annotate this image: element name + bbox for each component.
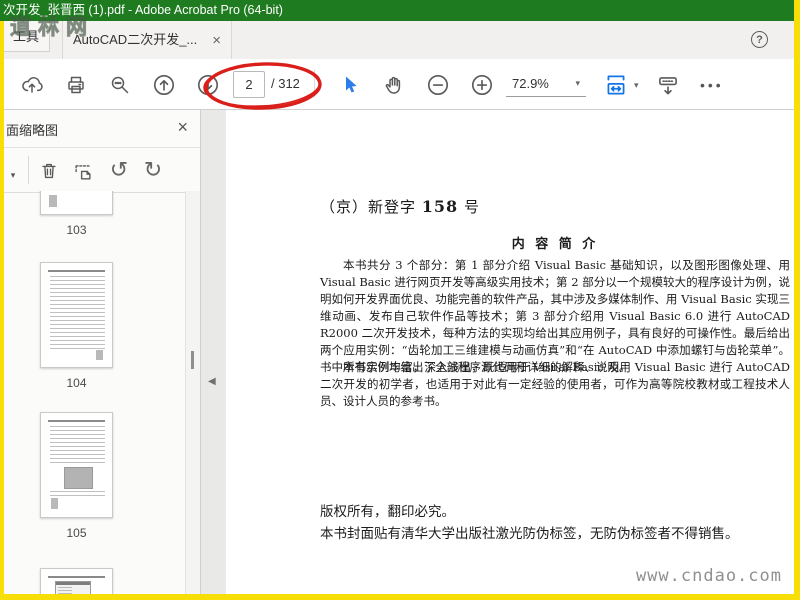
thumbnails-panel-header: 面缩略图 ×: [4, 110, 200, 148]
toolbar-separator: [314, 70, 315, 98]
zoom-level-control[interactable]: 72.9% ▾: [506, 70, 586, 97]
close-panel-icon[interactable]: ×: [177, 117, 188, 137]
thumbnail-page-105[interactable]: [40, 412, 113, 518]
plus-circle-icon: [469, 72, 495, 98]
printer-icon: [64, 73, 88, 97]
arrow-up-circle-icon: [151, 72, 177, 98]
summary-paragraph-2: 本书实例丰富，深入浅出，既适用于 Visual Basic 及用 Visual …: [320, 360, 790, 408]
arrow-down-circle-icon: [195, 72, 221, 98]
previous-page-button[interactable]: [150, 71, 178, 99]
close-tab-icon[interactable]: ×: [212, 33, 221, 48]
thumbnail-list: 103 104 105: [4, 191, 186, 594]
fit-width-button[interactable]: [602, 71, 630, 99]
thumbnail-page-104[interactable]: [40, 262, 113, 368]
chevron-down-icon: ▾: [575, 77, 580, 88]
zoom-level-value: 72.9%: [512, 75, 549, 91]
panel-scrollbar-thumb[interactable]: [191, 351, 194, 369]
content-summary-heading: 内 容 简 介: [511, 237, 599, 252]
main-toolbar: 2 / 312 72.9% ▾ ▾ •••: [0, 59, 794, 110]
rotate-clockwise-icon[interactable]: ↻: [140, 158, 166, 184]
rotate-counterclockwise-icon[interactable]: ↺: [106, 158, 132, 184]
fit-width-icon: [603, 72, 629, 98]
select-tool-button[interactable]: [336, 71, 364, 99]
page-number-input[interactable]: 2: [233, 71, 265, 98]
panel-toolbar-separator: [28, 156, 29, 184]
tab-document-label: AutoCAD二次开发_...: [73, 32, 198, 47]
thumbnail-page-103[interactable]: [40, 191, 113, 215]
next-page-button[interactable]: [194, 71, 222, 99]
thumbnail-label-105: 105: [66, 526, 87, 540]
hand-tool-button[interactable]: [380, 71, 408, 99]
frame-edge-bottom: [0, 594, 800, 600]
search-icon: [108, 73, 132, 97]
fit-width-chevron-icon[interactable]: ▾: [634, 80, 639, 91]
trash-icon: [42, 163, 56, 179]
thumbnail-label-103: 103: [66, 223, 87, 237]
acrobat-window: 次开发_张晋西 (1).pdf - Adobe Acrobat Pro (64-…: [0, 0, 800, 600]
tab-bar: 工具 AutoCAD二次开发_... × ?: [0, 21, 794, 60]
thumbnails-panel: 面缩略图 × ▾ ↺ ↻ 103 104 105: [4, 110, 201, 594]
title-bar: 次开发_张晋西 (1).pdf - Adobe Acrobat Pro (64-…: [0, 0, 794, 21]
help-icon[interactable]: ?: [751, 31, 768, 48]
extract-pages-icon: [75, 165, 91, 180]
more-tools-button[interactable]: •••: [700, 71, 724, 99]
window-title: 次开发_张晋西 (1).pdf - Adobe Acrobat Pro (64-…: [3, 3, 283, 17]
page-display-button[interactable]: [654, 71, 682, 99]
print-button[interactable]: [62, 71, 90, 99]
registration-line: （京）新登字 158 号: [320, 197, 480, 216]
panel-splitter[interactable]: ◀: [201, 110, 226, 594]
tab-tools-label: 工具: [12, 29, 39, 44]
search-button[interactable]: [106, 71, 134, 99]
tab-tools[interactable]: 工具: [0, 21, 50, 52]
panel-scrollbar[interactable]: [185, 191, 200, 594]
minus-circle-icon: [425, 72, 451, 98]
cloud-upload-icon: [20, 73, 44, 97]
share-upload-button[interactable]: [18, 71, 46, 99]
thumbnail-label-104: 104: [66, 376, 87, 390]
scrolling-mode-icon: [655, 72, 681, 98]
tab-document[interactable]: AutoCAD二次开发_... ×: [62, 21, 232, 59]
zoom-in-button[interactable]: [468, 71, 496, 99]
copyright-line-1: 版权所有，翻印必究。: [320, 504, 455, 520]
thumbnail-page-106[interactable]: [40, 568, 113, 594]
thumbnails-panel-title: 面缩略图: [6, 123, 59, 138]
thumbnails-toolbar: ▾ ↺ ↻: [4, 148, 200, 193]
site-watermark-bottom: www.cndao.com: [635, 566, 782, 586]
cursor-arrow-icon: [338, 73, 362, 97]
copyright-line-2: 本书封面贴有清华大学出版社激光防伪标签，无防伪标签者不得销售。: [320, 526, 739, 542]
hand-icon: [382, 73, 406, 97]
frame-edge-right: [794, 0, 800, 600]
delete-pages-button[interactable]: [36, 158, 62, 184]
collapse-panel-icon[interactable]: ◀: [208, 376, 216, 387]
thumbnail-options-chevron-icon[interactable]: ▾: [6, 162, 20, 188]
document-area[interactable]: （京）新登字 158 号 内 容 简 介 本书共分 3 个部分：第 1 部分介绍…: [226, 110, 794, 594]
frame-edge-left: [0, 21, 4, 600]
zoom-out-button[interactable]: [424, 71, 452, 99]
page-total-label: / 312: [271, 76, 300, 91]
extract-pages-button[interactable]: [70, 158, 96, 184]
